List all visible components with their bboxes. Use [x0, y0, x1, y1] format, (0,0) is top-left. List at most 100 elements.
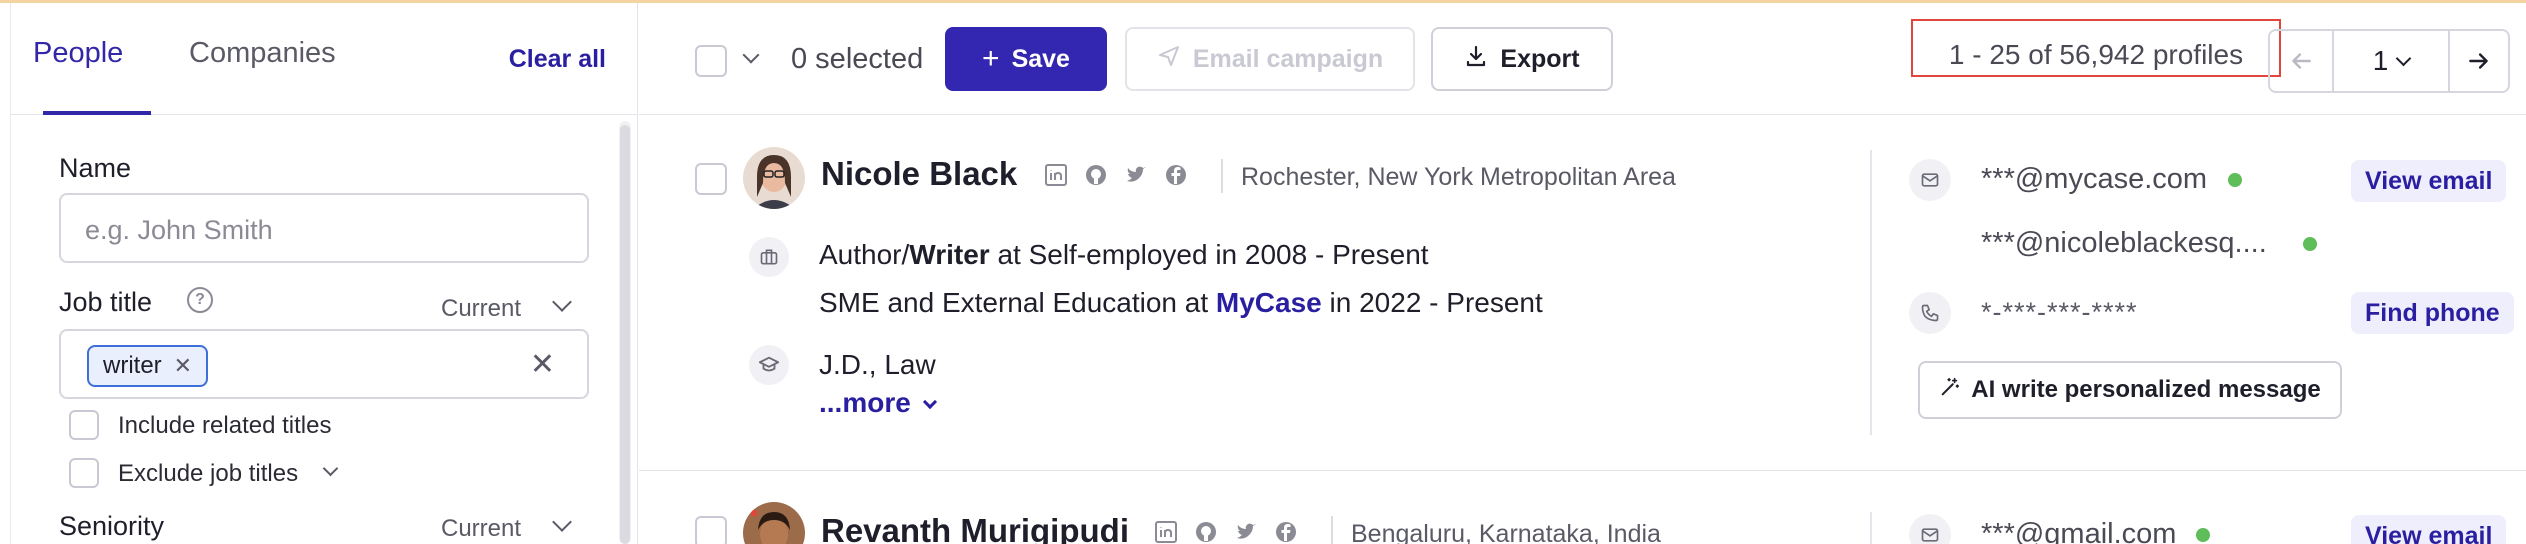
chevron-down-icon[interactable]: [552, 292, 572, 312]
current-page: 1: [2372, 45, 2389, 76]
avatar[interactable]: [743, 147, 805, 209]
experience-line-2: SME and External Education at MyCase in …: [819, 287, 1543, 319]
save-button[interactable]: + Save: [945, 27, 1107, 91]
profiles-count-highlight: 1 - 25 of 56,942 profiles: [1911, 19, 2281, 77]
select-all-checkbox[interactable]: [695, 45, 727, 77]
name-label: Name: [59, 153, 132, 183]
pagination: 1: [2268, 29, 2510, 93]
chevron-down-icon: [2396, 50, 2412, 66]
email-1: ***@mycase.com: [1981, 163, 2208, 195]
email-verified-dot: [2228, 173, 2242, 187]
mail-icon: [1909, 159, 1951, 201]
facebook-icon[interactable]: [1163, 162, 1189, 188]
export-label: Export: [1500, 44, 1580, 73]
chevron-down-icon[interactable]: [322, 460, 339, 477]
chip-remove-icon[interactable]: ✕: [174, 353, 192, 379]
social-links: [1153, 519, 1299, 544]
mail-icon: [1909, 514, 1951, 544]
help-icon[interactable]: ?: [187, 287, 213, 313]
save-label: Save: [1011, 44, 1070, 73]
chevron-down-icon: [922, 394, 937, 410]
experience-line-1: Author/Writer at Self-employed in 2008 -…: [819, 239, 1429, 271]
twitter-icon[interactable]: [1123, 162, 1149, 188]
plus-icon: +: [982, 42, 1000, 75]
email-campaign-button[interactable]: Email campaign: [1125, 27, 1415, 91]
phone-icon: [1909, 292, 1951, 334]
show-more-link[interactable]: ...more: [819, 387, 937, 419]
facebook-icon[interactable]: [1273, 519, 1299, 544]
profile-row: Revanth Murigipudi Bengaluru, Karnataka,…: [639, 472, 2526, 544]
show-more-label: ...more: [819, 387, 911, 418]
view-email-button[interactable]: View email: [2351, 515, 2507, 544]
name-input-placeholder: e.g. John Smith: [85, 215, 273, 245]
include-related-label: Include related titles: [118, 412, 332, 439]
next-page-button[interactable]: [2450, 31, 2508, 91]
sidebar-scrollbar-thumb[interactable]: [620, 125, 630, 544]
profile-row: Nicole Black Rochester, New York Metropo…: [639, 115, 2526, 471]
ai-write-message-button[interactable]: AI write personalized message: [1918, 361, 2342, 419]
clear-job-title-icon[interactable]: ✕: [530, 347, 555, 382]
include-related-checkbox[interactable]: [69, 410, 99, 440]
tab-people[interactable]: People: [33, 37, 123, 70]
profile-location: Bengaluru, Karnataka, India: [1351, 520, 1661, 544]
chevron-down-icon[interactable]: [552, 512, 572, 532]
email-verified-dot: [2303, 237, 2317, 251]
job-role: Author/: [819, 239, 910, 270]
prev-page-button[interactable]: [2270, 31, 2332, 91]
arrow-right-icon: [2469, 53, 2488, 69]
sidebar-tabs: People Companies Clear all: [11, 3, 638, 115]
education-line: J.D., Law: [819, 349, 936, 380]
filters-sidebar: People Companies Clear all Name e.g. Joh…: [10, 3, 638, 544]
email-verified-dot: [2196, 528, 2210, 542]
email-campaign-label: Email campaign: [1192, 44, 1384, 73]
job-title-input[interactable]: writer ✕ ✕: [59, 329, 589, 399]
job-title-label: Job title: [59, 287, 153, 317]
view-email-button[interactable]: View email: [2351, 160, 2507, 202]
job-title-current-select[interactable]: Current: [441, 295, 521, 323]
download-icon: [1464, 44, 1488, 75]
email-1: ***@gmail.com: [1981, 518, 2177, 544]
job-title-chip: writer ✕: [87, 345, 209, 387]
send-icon: [1157, 44, 1181, 75]
name-input[interactable]: e.g. John Smith: [59, 193, 589, 263]
arrow-left-icon: [2292, 53, 2311, 69]
magic-wand-icon: [1939, 376, 1961, 405]
profiles-count: 1 - 25 of 56,942 profiles: [1948, 39, 2244, 70]
job-role-keyword: Writer: [909, 239, 990, 270]
tab-companies[interactable]: Companies: [189, 37, 336, 70]
seniority-label: Seniority: [59, 511, 165, 541]
exclude-job-titles-checkbox[interactable]: [69, 458, 99, 488]
profile-location: Rochester, New York Metropolitan Area: [1241, 163, 1676, 191]
chip-label: writer: [103, 352, 162, 379]
export-button[interactable]: Export: [1431, 27, 1613, 91]
social-links: [1043, 162, 1189, 188]
phone-masked: *-***-***-****: [1981, 297, 2138, 327]
profile-name[interactable]: Revanth Murigipudi: [821, 512, 1129, 544]
github-icon[interactable]: [1193, 519, 1219, 544]
linkedin-icon[interactable]: [1043, 162, 1069, 188]
clear-all-button[interactable]: Clear all: [509, 45, 606, 74]
avatar[interactable]: [743, 502, 805, 544]
page-select[interactable]: 1: [2334, 31, 2448, 91]
company-link[interactable]: MyCase: [1216, 287, 1322, 318]
graduation-cap-icon: [749, 345, 789, 385]
briefcase-icon: [749, 237, 789, 277]
selected-count: 0 selected: [791, 43, 924, 75]
ai-write-message-label: AI write personalized message: [1971, 376, 2321, 403]
seniority-current-select[interactable]: Current: [441, 515, 521, 543]
profile-name[interactable]: Nicole Black: [821, 155, 1017, 193]
find-phone-button[interactable]: Find phone: [2351, 292, 2514, 334]
email-2: ***@nicoleblackesq....: [1981, 227, 2267, 259]
job-rest: at Self-employed in 2008 - Present: [989, 239, 1429, 270]
job-rest: in 2022 - Present: [1321, 287, 1543, 318]
row-select-checkbox[interactable]: [695, 516, 727, 544]
results-toolbar: 0 selected + Save Email campaign Export …: [639, 3, 2526, 115]
job-role: SME and External Education at: [819, 287, 1216, 318]
active-tab-indicator: [43, 111, 151, 115]
select-menu-chevron-icon[interactable]: [742, 46, 760, 64]
exclude-job-titles-label: Exclude job titles: [118, 460, 299, 487]
linkedin-icon[interactable]: [1153, 519, 1179, 544]
twitter-icon[interactable]: [1233, 519, 1259, 544]
github-icon[interactable]: [1083, 162, 1109, 188]
row-select-checkbox[interactable]: [695, 163, 727, 195]
